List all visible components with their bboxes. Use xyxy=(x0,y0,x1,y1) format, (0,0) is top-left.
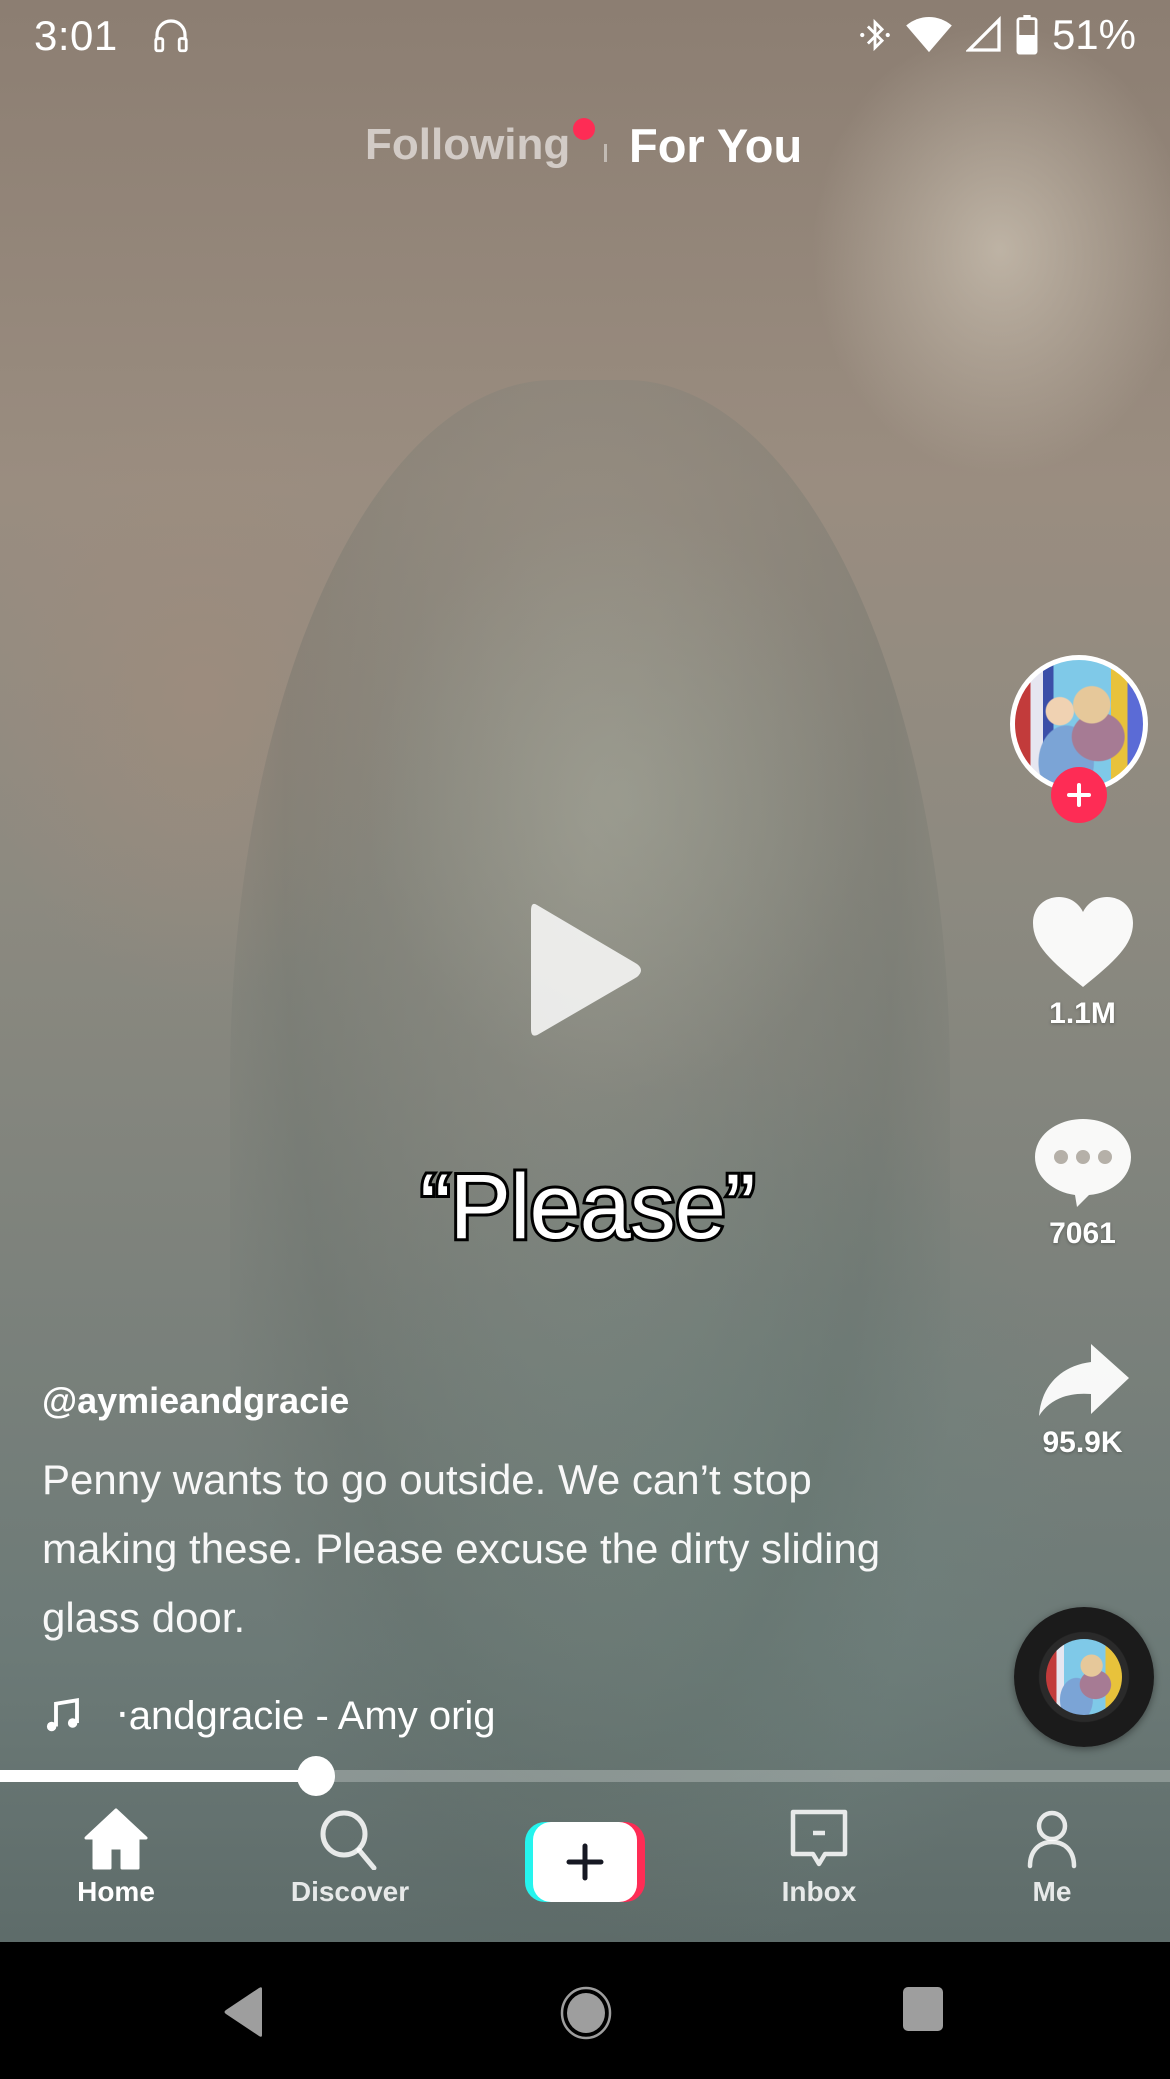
video-caption-overlay: “Please” xyxy=(417,1153,759,1261)
music-info[interactable]: ‧andgracie - Amy orig xyxy=(42,1690,556,1742)
create-button-face xyxy=(533,1822,637,1902)
nav-home[interactable]: Home xyxy=(36,1808,196,1908)
like-button[interactable]: 1.1M xyxy=(1020,895,1145,1031)
bottom-nav: Home Discover Inbox Me xyxy=(0,1800,1170,1942)
share-icon xyxy=(1038,1344,1129,1416)
profile-icon xyxy=(1027,1810,1077,1869)
wifi-icon xyxy=(906,16,952,53)
share-count: 95.9K xyxy=(1042,1426,1123,1459)
plus-icon xyxy=(1067,783,1091,807)
like-count: 1.1M xyxy=(1049,997,1116,1030)
creator-username[interactable]: @aymieandgracie xyxy=(42,1380,349,1422)
status-icons: 51% xyxy=(858,11,1136,58)
tab-following[interactable]: Following xyxy=(365,120,570,170)
inbox-icon xyxy=(790,1809,848,1867)
tab-divider xyxy=(604,144,607,162)
back-triangle-icon xyxy=(224,1987,262,2037)
home-icon xyxy=(84,1808,148,1870)
nav-me-label: Me xyxy=(1032,1876,1072,1907)
system-home-button[interactable] xyxy=(560,1986,612,2045)
nav-me[interactable]: Me xyxy=(972,1808,1132,1908)
system-navigation-bar xyxy=(0,1942,1170,2079)
progress-scrubber[interactable] xyxy=(296,1756,335,1796)
nav-home-label: Home xyxy=(77,1876,155,1907)
battery-icon xyxy=(1016,15,1038,55)
recents-square-icon xyxy=(903,1987,943,2031)
create-button[interactable] xyxy=(525,1822,645,1902)
battery-percent: 51% xyxy=(1051,11,1136,58)
system-recents-button[interactable] xyxy=(902,1986,944,2037)
system-back-button[interactable] xyxy=(222,1986,266,2043)
comment-icon xyxy=(1034,1119,1131,1207)
comment-button[interactable]: 7061 xyxy=(1020,1115,1145,1251)
share-button[interactable]: 95.9K xyxy=(1020,1340,1145,1460)
tab-for-you[interactable]: For You xyxy=(629,118,802,173)
cell-signal-icon xyxy=(965,16,1001,52)
follow-button[interactable] xyxy=(1051,767,1107,823)
music-title: ‧andgracie - Amy orig xyxy=(116,1694,496,1738)
feed-tabs: Following For You xyxy=(0,112,1170,182)
heart-icon xyxy=(1032,897,1133,987)
nav-discover[interactable]: Discover xyxy=(270,1808,430,1908)
progress-fill xyxy=(0,1770,316,1782)
sound-disc-artwork xyxy=(1046,1639,1122,1715)
play-icon[interactable] xyxy=(525,895,645,1045)
video-feed[interactable]: 3:01 51% Following For You “Please” 1.1M… xyxy=(0,0,1170,1942)
search-icon xyxy=(320,1810,377,1870)
notification-dot xyxy=(573,118,595,140)
plus-icon xyxy=(566,1843,604,1881)
post-description: Penny wants to go outside. We can’t stop… xyxy=(42,1456,881,1641)
nav-inbox[interactable]: Inbox xyxy=(739,1808,899,1908)
status-bar: 3:01 51% xyxy=(0,0,1170,70)
music-note-icon xyxy=(46,1697,79,1732)
home-circle-icon xyxy=(560,1986,612,2040)
bluetooth-icon xyxy=(860,18,890,52)
sound-disc-button[interactable] xyxy=(1014,1607,1154,1747)
headphones-icon xyxy=(154,19,188,53)
nav-inbox-label: Inbox xyxy=(781,1876,857,1907)
status-time: 3:01 xyxy=(34,12,118,59)
nav-discover-label: Discover xyxy=(290,1876,410,1907)
video-progress-bar[interactable] xyxy=(0,1756,1170,1796)
comment-count: 7061 xyxy=(1049,1217,1116,1250)
